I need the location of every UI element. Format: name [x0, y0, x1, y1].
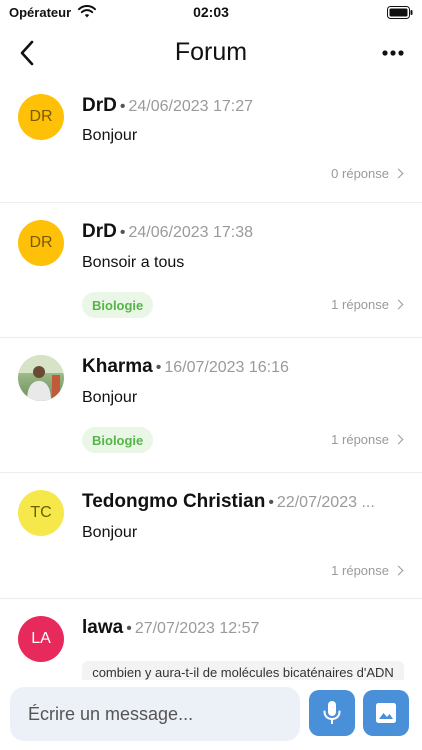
avatar-initials: TC	[30, 504, 52, 521]
message-composer	[0, 680, 422, 750]
post-header: Tedongmo Christian • 22/07/2023 ...	[82, 491, 375, 512]
forum-post[interactable]: LA lawa • 27/07/2023 12:57 combien y aura-…	[0, 599, 422, 680]
nav-bar: Forum	[0, 26, 422, 82]
avatar: TC	[18, 490, 64, 536]
replies-count: 1 réponse	[331, 297, 389, 312]
user-photo-icon	[18, 355, 64, 401]
post-date: 16/07/2023 16:16	[164, 359, 289, 376]
replies-count: 1 réponse	[331, 563, 389, 578]
post-header: Kharma • 16/07/2023 16:16	[82, 356, 289, 377]
more-options-button[interactable]	[376, 38, 410, 68]
chevron-right-icon	[393, 299, 404, 310]
post-header: lawa • 27/07/2023 12:57	[82, 617, 260, 638]
avatar-initials: DR	[29, 234, 53, 251]
voice-message-button[interactable]	[309, 690, 355, 736]
replies-link[interactable]: 0 réponse	[331, 166, 404, 181]
status-bar: Opérateur 02:03	[0, 0, 422, 26]
attach-image-button[interactable]	[363, 690, 409, 736]
post-date: 24/06/2023 17:38	[128, 224, 254, 241]
chevron-right-icon	[393, 565, 404, 576]
clock: 02:03	[193, 4, 229, 20]
topic-tag[interactable]: Biologie	[82, 292, 154, 318]
avatar	[18, 355, 64, 401]
replies-link[interactable]: 1 réponse	[331, 297, 404, 312]
battery-icon	[387, 6, 413, 19]
post-author: Tedongmo Christian	[82, 491, 266, 512]
post-author: DrD	[82, 221, 117, 242]
forum-post[interactable]: TC Tedongmo Christian • 22/07/2023 ... Bon…	[0, 473, 422, 599]
forum-post[interactable]: DR DrD • 24/06/2023 17:27 Bonjour 0 répons…	[0, 82, 422, 203]
avatar: DR	[18, 220, 64, 266]
replies-count: 0 réponse	[331, 166, 389, 181]
post-date: 22/07/2023 ...	[276, 494, 375, 511]
post-text: combien y aura-t-il de molécules bicatén…	[92, 665, 394, 680]
image-icon	[376, 703, 396, 723]
replies-link[interactable]: 1 réponse	[331, 432, 404, 447]
topic-tag[interactable]: Biologie	[82, 427, 154, 453]
ellipsis-icon	[382, 50, 404, 56]
avatar: DR	[18, 94, 64, 140]
replies-count: 1 réponse	[331, 432, 389, 447]
avatar-initials: LA	[31, 630, 51, 647]
avatar: LA	[18, 616, 64, 662]
post-date: 24/06/2023 17:27	[128, 98, 254, 115]
post-text: Bonsoir a tous	[82, 254, 185, 271]
forum-post[interactable]: DR DrD • 24/06/2023 17:38 Bonsoir a tous B…	[0, 203, 422, 338]
microphone-icon	[323, 701, 341, 724]
post-header: DrD • 24/06/2023 17:38	[82, 221, 254, 242]
post-text: Bonjour	[82, 127, 138, 144]
page-title: Forum	[174, 38, 248, 66]
forum-feed[interactable]: DR DrD • 24/06/2023 17:27 Bonjour 0 répons…	[0, 82, 422, 680]
chevron-right-icon	[393, 168, 404, 179]
post-text: Bonjour	[82, 524, 138, 541]
post-quote-box: combien y aura-t-il de molécules bicatén…	[82, 661, 404, 680]
post-author: lawa	[82, 617, 124, 638]
post-author: Kharma	[82, 356, 153, 377]
post-text: Bonjour	[82, 389, 138, 406]
post-header: DrD • 24/06/2023 17:27	[82, 95, 254, 116]
forum-post[interactable]: Kharma • 16/07/2023 16:16 Bonjour Biologie…	[0, 338, 422, 473]
post-date: 27/07/2023 12:57	[134, 620, 260, 637]
chevron-right-icon	[393, 434, 404, 445]
avatar-initials: DR	[29, 108, 53, 125]
post-author: DrD	[82, 95, 117, 116]
message-input[interactable]	[10, 687, 300, 741]
replies-link[interactable]: 1 réponse	[331, 563, 404, 578]
